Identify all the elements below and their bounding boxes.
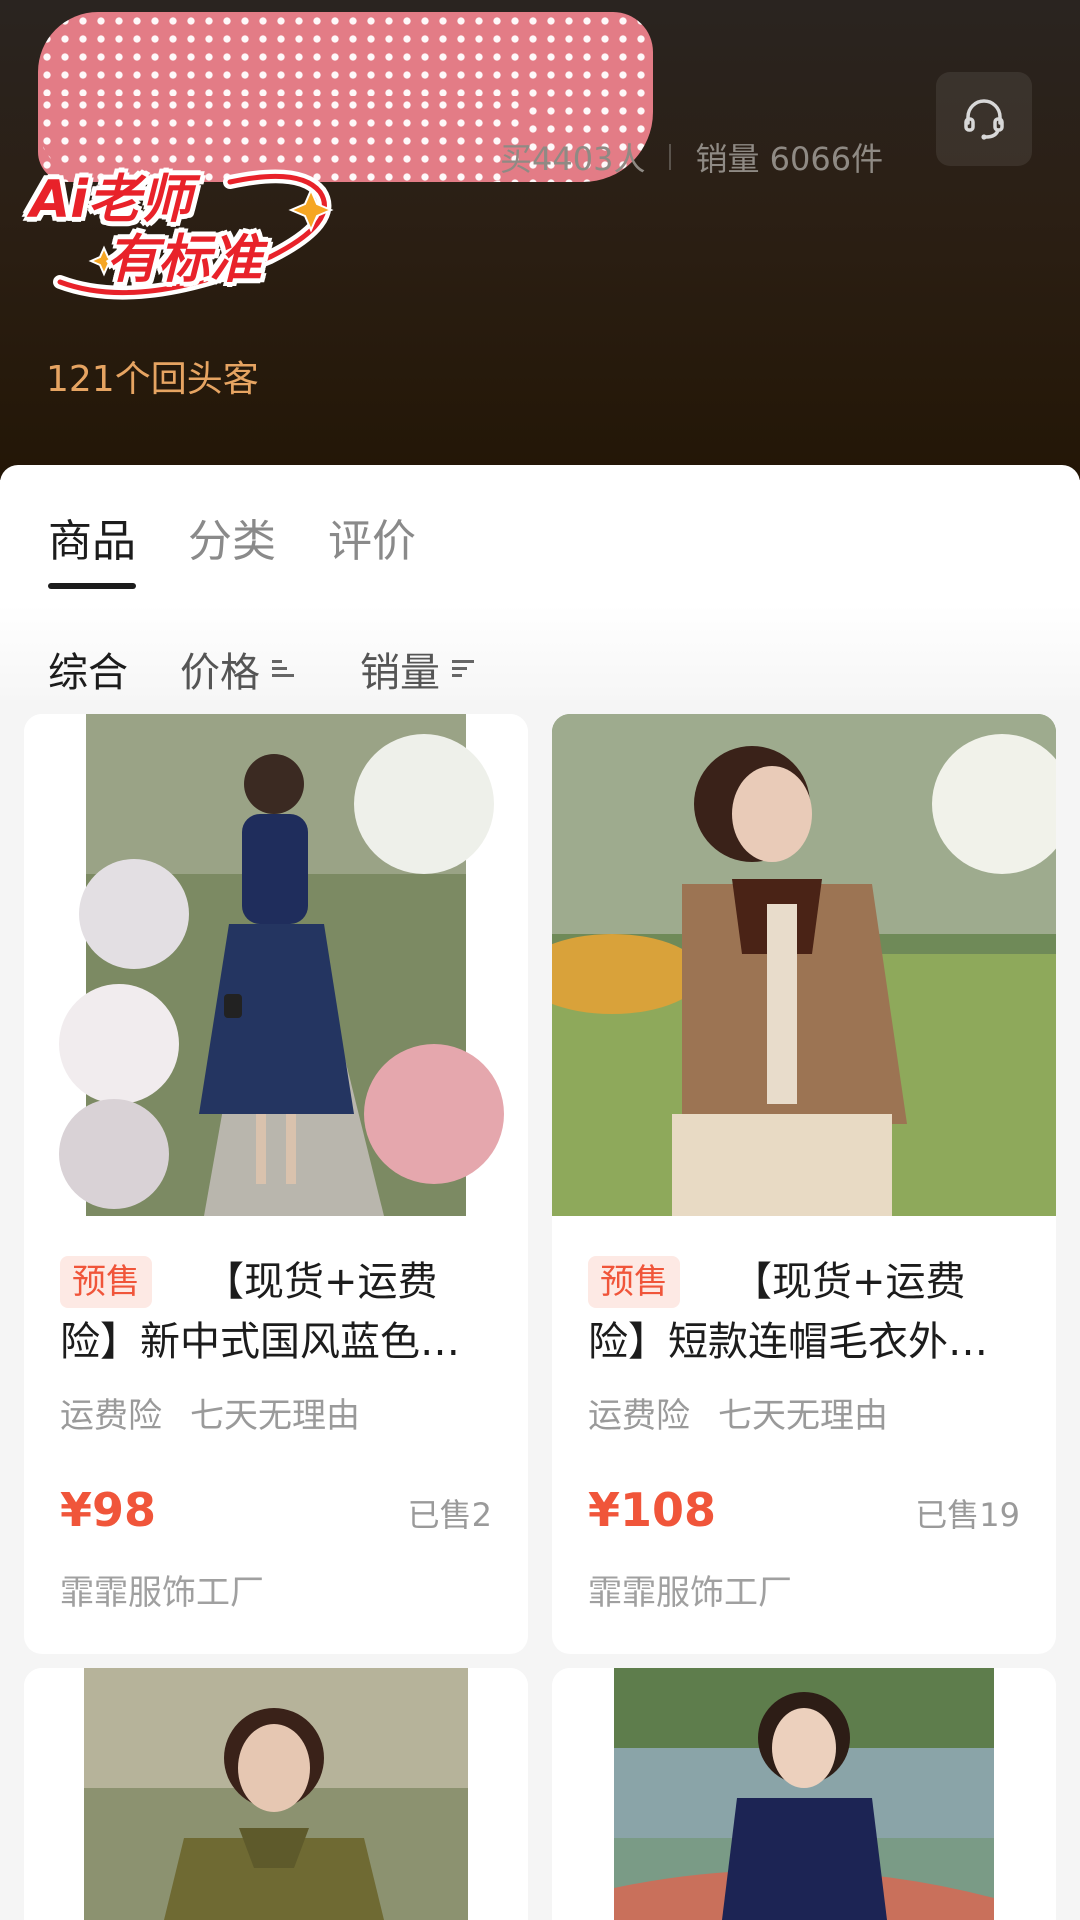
product-photo (552, 1668, 1056, 1920)
returning-customers: 121个回头客 (46, 359, 259, 400)
product-price: ¥108 (588, 1483, 717, 1537)
product-image[interactable] (24, 1668, 528, 1920)
product-info: 预售 【现货+运费险】短款连帽毛衣外… 运费险 七天无理由 ¥108 已售19 霏… (552, 1252, 1056, 1654)
stats-divider (669, 144, 672, 170)
price-row: ¥98 已售2 (60, 1483, 492, 1537)
sort-price[interactable]: 价格 (180, 640, 296, 698)
sort-order-icon (272, 660, 294, 677)
product-image[interactable] (552, 1668, 1056, 1920)
product-photo (24, 714, 528, 1216)
shop-header: 买4403人 销量 6066件 Ai老师 有标准 121个回头客 (0, 0, 1080, 480)
sort-price-label: 价格 (180, 650, 260, 696)
presale-badge: 预售 (60, 1256, 152, 1308)
tag-shipping-insurance: 运费险 (60, 1396, 162, 1436)
sort-sales-label: 销量 (360, 650, 440, 696)
tab-products[interactable]: 商品 (48, 505, 136, 589)
sticker-line-2: 有标准 (106, 230, 263, 290)
shop-tabs: 商品 分类 评价 (48, 505, 416, 589)
product-card[interactable]: 预售 【现货+运费险】新中式国风蓝色… 运费险 七天无理由 ¥98 已售2 霏霏服… (24, 714, 528, 1654)
product-tags: 运费险 七天无理由 (60, 1388, 492, 1437)
sticker-line-1: Ai老师 (30, 170, 193, 230)
product-price: ¥98 (60, 1483, 157, 1537)
product-photo (24, 1668, 528, 1920)
tab-categories[interactable]: 分类 (188, 505, 276, 589)
shop-name: 霏霏服饰工厂 (588, 1573, 792, 1613)
sort-comprehensive[interactable]: 综合 (48, 640, 128, 698)
sold-count: 已售2 (407, 1496, 492, 1534)
shop-stats: 买4403人 销量 6066件 (500, 132, 883, 182)
product-card[interactable] (24, 1668, 528, 1920)
price-row: ¥108 已售19 (588, 1483, 1020, 1537)
product-info: 预售 【现货+运费险】新中式国风蓝色… 运费险 七天无理由 ¥98 已售2 霏霏服… (24, 1252, 528, 1654)
product-title[interactable]: 预售 【现货+运费险】新中式国风蓝色… (60, 1252, 492, 1372)
product-title[interactable]: 预售 【现货+运费险】短款连帽毛衣外… (588, 1252, 1020, 1372)
buyers-count: 买4403人 (500, 140, 646, 178)
sales-count: 销量 6066件 (695, 140, 884, 178)
product-card[interactable]: 预售 【现货+运费险】短款连帽毛衣外… 运费险 七天无理由 ¥108 已售19 霏… (552, 714, 1056, 1654)
customer-service-button[interactable] (936, 72, 1032, 166)
tag-shipping-insurance: 运费险 (588, 1396, 690, 1436)
presale-badge: 预售 (588, 1256, 680, 1308)
product-photo (552, 714, 1056, 1216)
sort-sales[interactable]: 销量 (360, 640, 476, 698)
product-image[interactable] (552, 714, 1056, 1216)
product-image[interactable] (24, 714, 528, 1216)
shop-name: 霏霏服饰工厂 (60, 1573, 264, 1613)
sold-count: 已售19 (915, 1496, 1020, 1534)
product-card[interactable] (552, 1668, 1056, 1920)
sort-order-icon (452, 660, 474, 677)
product-tags: 运费险 七天无理由 (588, 1388, 1020, 1437)
headset-icon (964, 99, 1004, 140)
ai-teacher-sticker: Ai老师 有标准 (20, 162, 340, 312)
sort-comprehensive-label: 综合 (48, 650, 128, 696)
tag-seven-day-return: 七天无理由 (718, 1396, 888, 1436)
tag-seven-day-return: 七天无理由 (190, 1396, 360, 1436)
tab-reviews[interactable]: 评价 (328, 505, 416, 589)
